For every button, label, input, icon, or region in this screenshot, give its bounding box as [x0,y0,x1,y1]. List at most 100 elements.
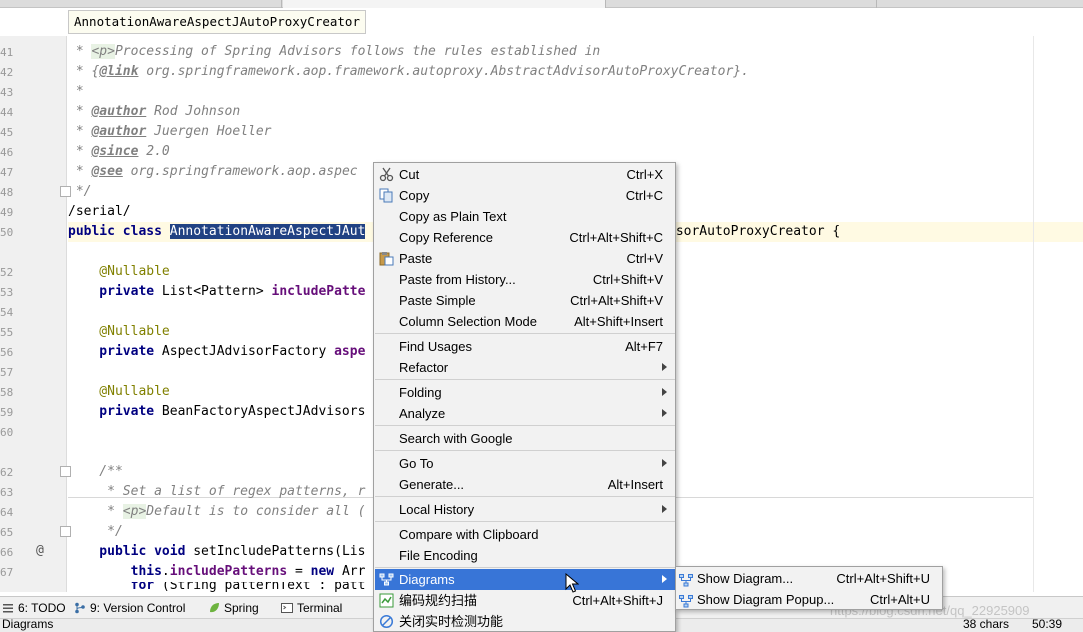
editor-tab[interactable] [607,0,877,8]
code-text: Arr [341,564,366,579]
line-number: 52 [0,266,14,279]
menu-item-diagrams[interactable]: Diagrams [375,569,675,590]
menu-item-copy[interactable]: Copy Ctrl+C [375,185,675,206]
comment-text: * { [68,64,100,79]
line-number: 60 [0,426,14,439]
diagram-icon [679,593,693,608]
menu-item-shortcut: Ctrl+X [626,167,663,182]
line-number: 44 [0,106,14,119]
comment-text: /** [68,464,123,479]
menu-item-cut[interactable]: Cut Ctrl+X [375,164,675,185]
html-tag: <p> [122,504,147,519]
menu-item-copy-reference[interactable]: Copy Reference Ctrl+Alt+Shift+C [375,227,675,248]
menu-item-label: Copy [399,188,430,203]
keyword: public void [68,544,194,559]
version-control-tool-button[interactable]: 9: Version Control [74,600,185,616]
html-tag: <p> [91,44,115,59]
line-number: 62 [0,466,14,479]
comment-text: * [68,44,92,59]
menu-item-analyze[interactable]: Analyze [375,403,675,424]
comment-text: * Set a list of regex patterns, r [68,484,366,499]
menu-item-file-encoding[interactable]: File Encoding [375,545,675,566]
tool-label: Spring [224,601,259,615]
code-text: List<Pattern> [161,284,272,299]
menu-item-copy-plain-text[interactable]: Copy as Plain Text [375,206,675,227]
comment-text: Processing of Spring Advisors follows th… [114,44,601,59]
editor-tab-active[interactable] [283,0,606,8]
keyword: this [68,564,162,579]
submenu-item-show-diagram-popup[interactable]: Show Diagram Popup... Ctrl+Alt+U [677,589,942,610]
line-number: 57 [0,366,14,379]
scan-icon [379,593,394,608]
todo-tool-button[interactable]: 6: TODO [2,600,66,616]
terminal-icon [281,602,293,614]
menu-item-code-scan[interactable]: 编码规约扫描 Ctrl+Alt+Shift+J [375,590,675,611]
menu-item-paste-from-history[interactable]: Paste from History... Ctrl+Shift+V [375,269,675,290]
annotation: @Nullable [68,264,170,279]
menu-item-paste-simple[interactable]: Paste Simple Ctrl+Alt+Shift+V [375,290,675,311]
field-name: includePatte [271,284,366,299]
spring-tool-button[interactable]: Spring [208,600,259,616]
char-count: 38 chars [963,617,1010,631]
menu-item-local-history[interactable]: Local History [375,499,675,520]
menu-item-shortcut: Ctrl+V [626,251,663,266]
comment-text: Rod Johnson [146,104,241,119]
code-text: . [161,564,170,579]
copy-icon [379,188,394,203]
keyword: private [68,404,162,419]
todo-icon [2,602,14,614]
menu-item-find-usages[interactable]: Find Usages Alt+F7 [375,336,675,357]
keyword: public class [68,224,170,239]
keyword: private [68,284,162,299]
line-number: 42 [0,66,14,79]
code-line: * @since 2.0 [68,142,1083,162]
override-marker-icon[interactable]: @ [36,543,44,558]
menu-item-refactor[interactable]: Refactor [375,357,675,378]
code-text: BeanFactoryAspectJAdvisors [161,404,366,419]
submenu-arrow-icon [662,575,667,583]
line-number: 41 [0,46,14,59]
selected-text: AnnotationAwareAspectJAut [169,224,366,239]
menu-separator [375,567,675,568]
menu-separator [375,521,675,522]
code-line: * {@link org.springframework.aop.framewo… [68,62,1083,82]
code-text: = [287,564,311,579]
javadoc-tag: @link [99,64,139,79]
menu-item-go-to[interactable]: Go To [375,453,675,474]
menu-item-label: Local History [399,502,475,517]
menu-item-label: Search with Google [399,431,513,446]
javadoc-tag: @author [91,104,147,119]
submenu-item-show-diagram[interactable]: Show Diagram... Ctrl+Alt+Shift+U [677,568,942,589]
tool-label: Terminal [297,601,343,615]
menu-item-label: Paste Simple [399,293,476,308]
code-line: * [68,82,1083,102]
menu-item-generate[interactable]: Generate... Alt+Insert [375,474,675,495]
menu-item-folding[interactable]: Folding [375,382,675,403]
comment-text: Default is to consider all ( [146,504,366,519]
menu-item-search-with-google[interactable]: Search with Google [375,428,675,449]
menu-item-compare-with-clipboard[interactable]: Compare with Clipboard [375,524,675,545]
comment-text: 2.0 [138,144,170,159]
comment-text: org.springframework.aop.framework.autopr… [138,64,749,79]
menu-item-shortcut: Ctrl+C [625,188,663,203]
menu-item-shortcut: Ctrl+Alt+Shift+C [569,230,663,245]
caret-position[interactable]: 50:39 [1032,616,1062,632]
code-text: /serial/ [68,204,131,219]
menu-item-paste[interactable]: Paste Ctrl+V [375,248,675,269]
breadcrumb[interactable]: AnnotationAwareAspectJAutoProxyCreator [68,10,366,34]
menu-item-shortcut: Ctrl+Alt+Shift+V [570,293,663,308]
terminal-tool-button[interactable]: Terminal [281,600,342,616]
menu-item-disable-realtime-check[interactable]: 关闭实时检测功能 [375,611,675,632]
menu-item-label: Compare with Clipboard [399,527,539,542]
comment-text: */ [68,184,92,199]
paste-icon [379,251,394,266]
comment-text: * [68,504,123,519]
annotation: @Nullable [68,384,170,399]
comment-text: * [68,144,92,159]
field-name: includePatterns [169,564,288,579]
menu-separator [375,379,675,380]
menu-item-column-selection-mode[interactable]: Column Selection Mode Alt+Shift+Insert [375,311,675,332]
menu-item-shortcut: Ctrl+Alt+U [870,592,930,607]
editor-tab[interactable] [0,0,282,8]
line-number: 63 [0,486,14,499]
